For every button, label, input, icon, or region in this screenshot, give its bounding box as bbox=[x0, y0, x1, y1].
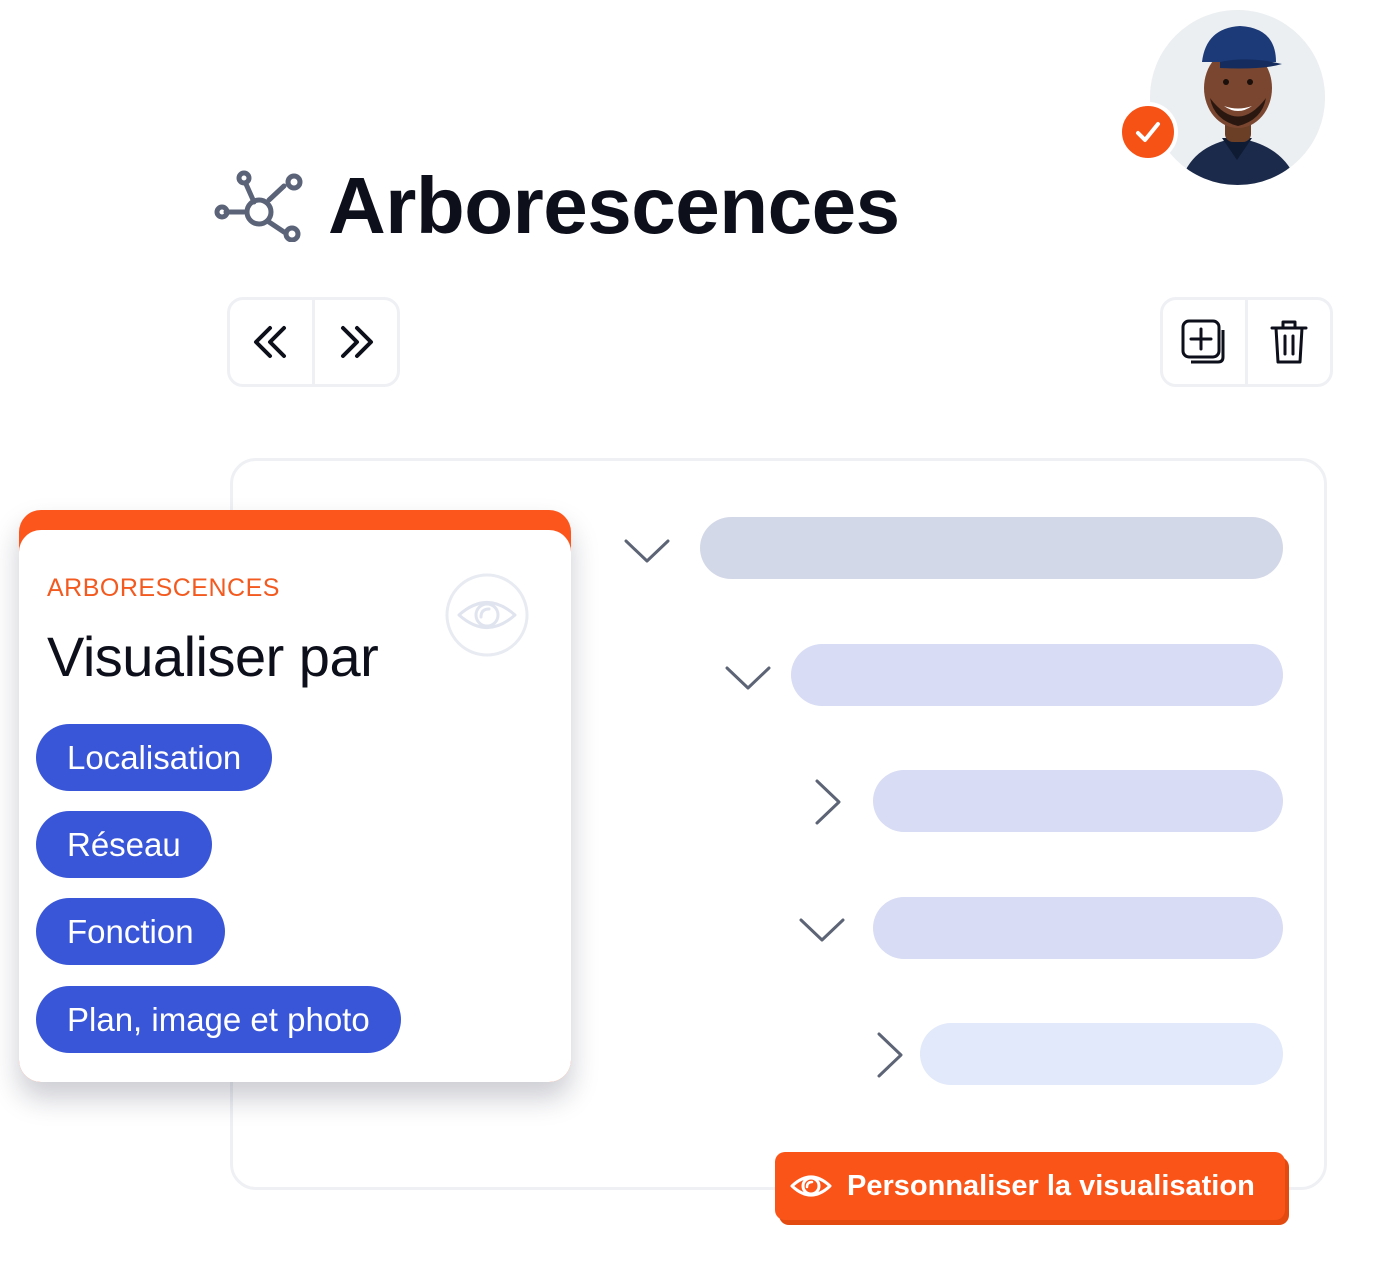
chevron-right-icon[interactable] bbox=[865, 1030, 915, 1080]
cta-label: Personnaliser la visualisation bbox=[847, 1169, 1255, 1202]
check-icon bbox=[1136, 122, 1160, 142]
add-copy-icon bbox=[1181, 319, 1225, 364]
next-button[interactable] bbox=[312, 300, 397, 384]
card-title: Visualiser par bbox=[47, 625, 379, 688]
option-plan-image-photo[interactable]: Plan, image et photo bbox=[36, 986, 401, 1053]
verified-badge bbox=[1118, 102, 1178, 162]
option-fonction[interactable]: Fonction bbox=[36, 898, 225, 965]
history-navigation bbox=[227, 297, 400, 387]
chevron-down-icon[interactable] bbox=[622, 525, 672, 575]
add-node-button[interactable] bbox=[1163, 300, 1245, 384]
option-localisation[interactable]: Localisation bbox=[36, 724, 273, 791]
chevron-down-icon[interactable] bbox=[723, 652, 773, 702]
eye-icon bbox=[790, 1175, 832, 1197]
person-illustration bbox=[1150, 10, 1325, 185]
eye-icon bbox=[445, 573, 529, 657]
chevron-down-icon[interactable] bbox=[797, 904, 847, 954]
chevron-right-icon[interactable] bbox=[803, 777, 853, 827]
card-label: ARBORESCENCES bbox=[47, 574, 280, 602]
previous-button[interactable] bbox=[230, 300, 312, 384]
tree-node[interactable] bbox=[700, 517, 1283, 579]
delete-button[interactable] bbox=[1245, 300, 1330, 384]
trash-icon bbox=[1270, 320, 1308, 364]
tree-node[interactable] bbox=[873, 897, 1283, 959]
user-avatar[interactable] bbox=[1150, 10, 1325, 185]
tree-actions bbox=[1160, 297, 1333, 387]
page-title: Arborescences bbox=[328, 161, 900, 250]
chevrons-right-icon bbox=[341, 326, 373, 358]
customize-view-button[interactable]: Personnaliser la visualisation bbox=[775, 1152, 1285, 1220]
tree-node[interactable] bbox=[920, 1023, 1283, 1085]
option-reseau[interactable]: Réseau bbox=[36, 811, 212, 878]
hierarchy-network-icon bbox=[214, 170, 303, 242]
chevrons-left-icon bbox=[254, 326, 286, 358]
tree-node[interactable] bbox=[791, 644, 1283, 706]
visualize-by-card: ARBORESCENCES Visualiser par Localisatio… bbox=[19, 510, 571, 1082]
card-body: ARBORESCENCES Visualiser par Localisatio… bbox=[19, 530, 571, 1082]
tree-node[interactable] bbox=[873, 770, 1283, 832]
